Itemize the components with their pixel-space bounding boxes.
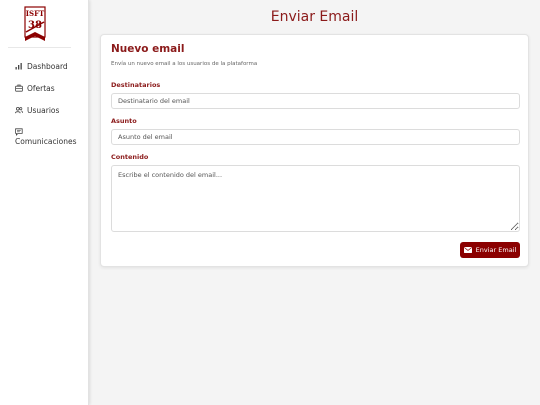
sidebar-item-usuarios[interactable]: Usuarios bbox=[15, 105, 59, 116]
send-email-label: Enviar Email bbox=[475, 246, 517, 254]
content-label: Contenido bbox=[111, 153, 149, 161]
bar-chart-icon bbox=[15, 63, 22, 70]
subject-label: Asunto bbox=[111, 117, 137, 125]
card-title: Nuevo email bbox=[111, 43, 185, 55]
email-form-card: Nuevo email Envía un nuevo email a los u… bbox=[100, 34, 529, 267]
sidebar-item-label: Dashboard bbox=[27, 62, 68, 71]
sidebar-item-label: Ofertas bbox=[27, 84, 55, 93]
svg-text:ISFT: ISFT bbox=[26, 9, 45, 18]
subject-input[interactable] bbox=[111, 129, 520, 145]
sidebar-item-label: Usuarios bbox=[27, 106, 60, 115]
send-email-button[interactable]: Enviar Email bbox=[460, 242, 520, 258]
page-title: Enviar Email bbox=[270, 9, 359, 25]
envelope-icon bbox=[463, 247, 472, 253]
sidebar: ISFT 38 Dashboard Ofertas Usuarios Comun… bbox=[0, 0, 89, 405]
sidebar-item-dashboard[interactable]: Dashboard bbox=[15, 61, 68, 72]
card-subtitle: Envía un nuevo email a los usuarios de l… bbox=[111, 61, 258, 67]
content-textarea[interactable] bbox=[111, 165, 520, 232]
sidebar-item-ofertas[interactable]: Ofertas bbox=[15, 83, 55, 94]
briefcase-icon bbox=[15, 84, 23, 92]
logo-divider bbox=[8, 47, 71, 48]
users-icon bbox=[15, 106, 23, 114]
sidebar-item-comunicaciones[interactable]: Comunicaciones bbox=[15, 127, 77, 147]
recipients-input[interactable] bbox=[111, 93, 520, 109]
sidebar-item-label: Comunicaciones bbox=[15, 137, 77, 146]
institution-logo[interactable]: ISFT 38 bbox=[24, 6, 46, 42]
recipients-label: Destinatarios bbox=[111, 81, 161, 89]
chat-icon bbox=[15, 128, 23, 136]
main-content: Enviar Email Nuevo email Envía un nuevo … bbox=[89, 0, 540, 405]
